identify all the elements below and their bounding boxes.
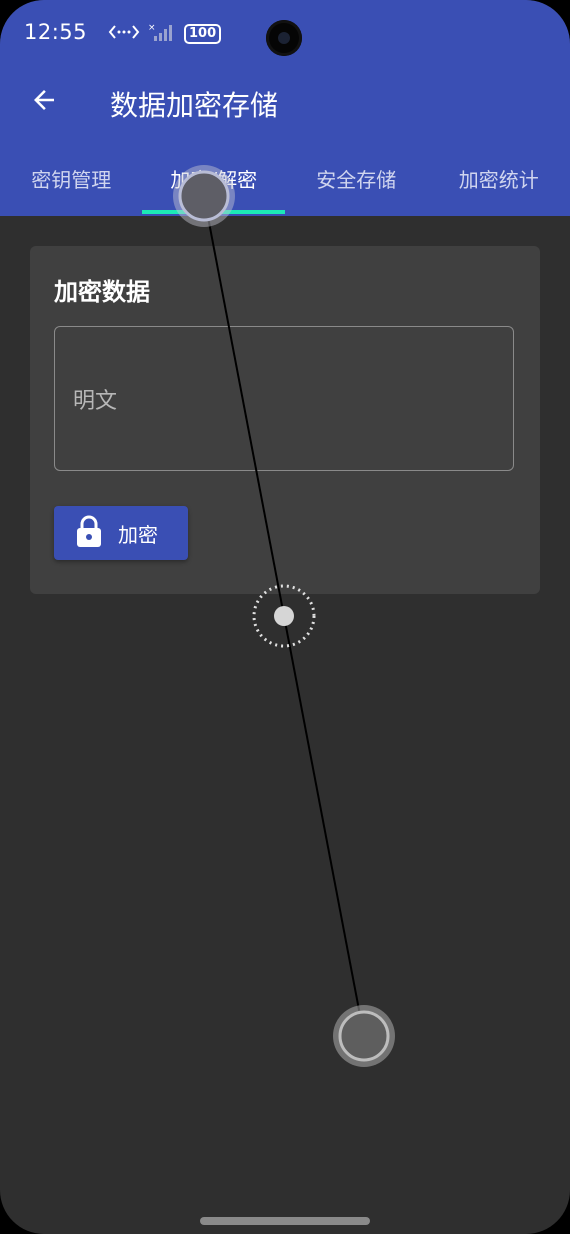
- data-transfer-icon: [108, 22, 140, 46]
- card-title: 加密数据: [54, 278, 150, 306]
- encrypt-button[interactable]: 加密: [54, 506, 188, 560]
- status-icons: × 100: [108, 22, 222, 46]
- status-bar: 12:55 × 100: [0, 0, 570, 72]
- battery-icon: 100: [184, 24, 222, 44]
- tab-encrypt-decrypt[interactable]: 加密/解密: [143, 146, 286, 216]
- home-indicator[interactable]: [200, 1217, 370, 1225]
- phone-screen: 12:55 × 100 数据加密存储 密钥管理 加密/解密 安全存储 加密统计 …: [0, 0, 570, 1234]
- plaintext-placeholder: 明文: [73, 389, 118, 414]
- encrypt-button-label: 加密: [118, 522, 158, 547]
- lock-icon: [76, 515, 102, 551]
- touch-point-end: [333, 1005, 395, 1067]
- tab-indicator: [142, 210, 285, 214]
- tab-key-management[interactable]: 密钥管理: [0, 146, 143, 216]
- camera-cutout: [266, 20, 302, 56]
- back-button[interactable]: [20, 78, 68, 126]
- tab-secure-storage[interactable]: 安全存储: [285, 146, 428, 216]
- toolbar: 数据加密存储: [0, 72, 570, 132]
- app-bar: 12:55 × 100 数据加密存储 密钥管理 加密/解密 安全存储 加密统计: [0, 0, 570, 216]
- signal-icon: ×: [148, 22, 176, 46]
- status-time: 12:55: [24, 20, 88, 44]
- arrow-back-icon: [29, 85, 59, 119]
- encrypt-card: 加密数据 明文 加密: [30, 246, 540, 594]
- page-title: 数据加密存储: [110, 89, 279, 122]
- plaintext-input[interactable]: 明文: [54, 326, 514, 471]
- tab-bar: 密钥管理 加密/解密 安全存储 加密统计: [0, 146, 570, 216]
- touch-point-mid: [252, 584, 316, 648]
- svg-text:×: ×: [148, 23, 156, 33]
- tab-encryption-stats[interactable]: 加密统计: [428, 146, 570, 216]
